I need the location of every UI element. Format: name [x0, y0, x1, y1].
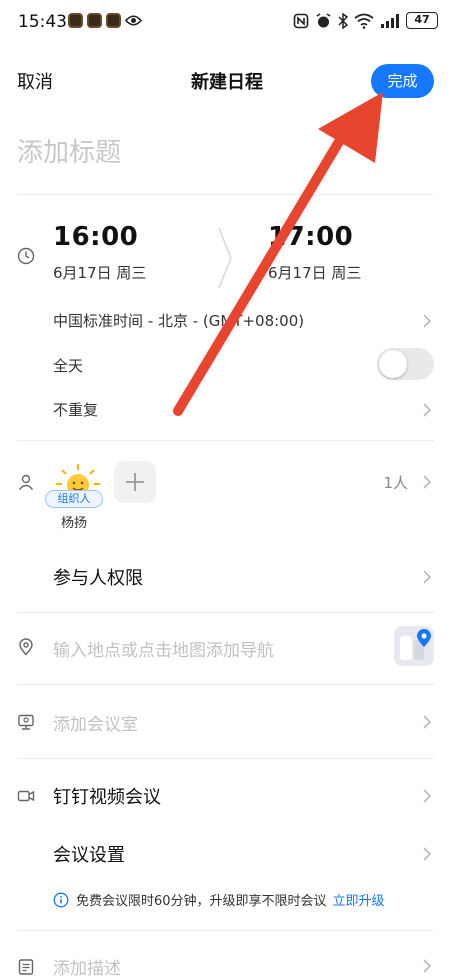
location-pin-icon: [19, 638, 33, 656]
map-icon: [400, 629, 431, 660]
description-label: 添加描述: [53, 959, 121, 978]
divider: [17, 440, 434, 441]
toggle-knob: [379, 350, 407, 378]
participant-permissions-row[interactable]: 参与人权限: [0, 555, 454, 599]
chevron-right-icon: [423, 570, 432, 584]
app-notification-icon: [68, 13, 83, 28]
plus-icon: [126, 473, 144, 491]
alarm-icon: [316, 12, 331, 27]
participant-count[interactable]: 1人: [383, 472, 408, 493]
description-icon: [18, 959, 34, 975]
divider: [17, 194, 434, 195]
chevron-right-icon: [423, 475, 432, 489]
timezone-row[interactable]: 中国标准时间 - 北京 - (GMT+08:00): [0, 300, 454, 340]
end-time: 17:00: [268, 222, 354, 252]
meeting-room-icon: [18, 714, 34, 730]
cancel-button[interactable]: 取消: [17, 68, 53, 94]
all-day-toggle[interactable]: [377, 348, 434, 380]
meeting-settings-label: 会议设置: [53, 845, 125, 866]
meeting-room-row[interactable]: 添加会议室: [0, 700, 454, 744]
divider: [17, 758, 434, 759]
status-time: 15:43: [18, 12, 67, 32]
description-row[interactable]: 添加描述: [0, 946, 454, 978]
notice-text: 免费会议限时60分钟，升级即享不限时会议: [76, 894, 327, 909]
repeat-row[interactable]: 不重复: [0, 390, 454, 430]
chevron-right-icon: [423, 847, 432, 861]
video-camera-icon: [17, 790, 35, 802]
app-notification-icon: [106, 13, 121, 28]
battery-indicator: 47: [406, 12, 438, 29]
chevron-right-icon: [423, 789, 432, 803]
person-icon: [18, 474, 34, 490]
nfc-icon: [293, 13, 309, 28]
wifi-icon: [354, 13, 374, 29]
meeting-limit-notice: 免费会议限时60分钟，升级即享不限时会议 立即升级: [53, 890, 385, 909]
app-notification-icon: [87, 13, 102, 28]
repeat-label: 不重复: [53, 401, 99, 419]
chevron-right-icon: [423, 314, 432, 328]
chevron-right-icon: [423, 403, 432, 417]
eye-icon: [125, 15, 142, 26]
time-separator-icon: [218, 227, 232, 289]
organizer-badge: 组织人: [45, 490, 103, 508]
add-participant-button[interactable]: [114, 461, 156, 503]
chevron-right-icon: [423, 959, 432, 973]
status-notification-icons: [68, 13, 142, 28]
start-date: 6月17日 周三: [53, 264, 147, 282]
map-picker-button[interactable]: [394, 626, 434, 666]
bluetooth-icon: [338, 12, 348, 29]
signal-icon: [381, 13, 399, 28]
organizer-name: 杨扬: [60, 516, 87, 531]
video-meeting-label: 钉钉视频会议: [53, 787, 161, 808]
meeting-room-label: 添加会议室: [53, 715, 138, 735]
permissions-label: 参与人权限: [53, 568, 143, 589]
video-meeting-row[interactable]: 钉钉视频会议: [0, 774, 454, 818]
done-button[interactable]: 完成: [371, 64, 434, 98]
status-system-icons: 47: [293, 12, 438, 29]
title-input[interactable]: [17, 128, 434, 178]
chevron-right-icon: [423, 715, 432, 729]
start-time-picker[interactable]: 16:00 6月17日 周三: [53, 222, 203, 286]
end-date: 6月17日 周三: [268, 264, 362, 282]
upgrade-link[interactable]: 立即升级: [333, 890, 385, 909]
meeting-settings-row[interactable]: 会议设置: [0, 832, 454, 876]
timezone-label: 中国标准时间 - 北京 - (GMT+08:00): [53, 312, 305, 330]
divider: [17, 684, 434, 685]
location-input[interactable]: 输入地点或点击地图添加导航: [53, 636, 274, 661]
start-time: 16:00: [53, 222, 139, 252]
status-bar: 15:43 47: [0, 0, 454, 44]
info-icon: [53, 892, 69, 907]
divider: [17, 930, 434, 931]
all-day-label: 全天: [53, 357, 84, 375]
divider: [17, 612, 434, 613]
header-bar: 取消 新建日程 完成: [0, 58, 454, 104]
end-time-picker[interactable]: 17:00 6月17日 周三: [268, 222, 418, 286]
clock-icon: [17, 247, 35, 265]
